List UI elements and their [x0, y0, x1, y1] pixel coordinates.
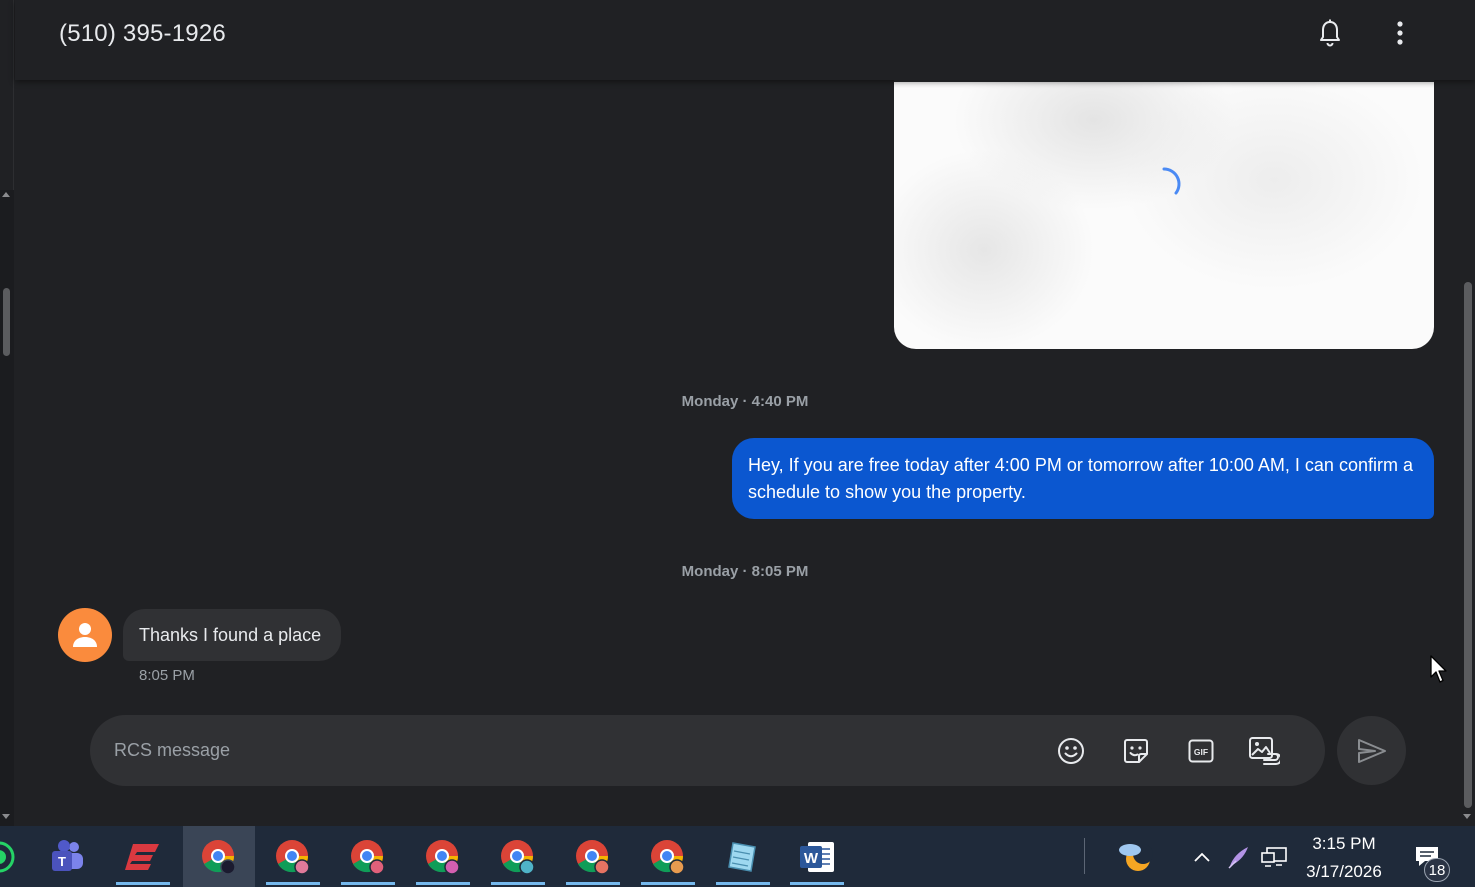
- outgoing-message-bubble[interactable]: Hey, If you are free today after 4:00 PM…: [732, 438, 1434, 519]
- taskbar-running-indicator: [341, 882, 395, 885]
- taskbar-notepad[interactable]: [712, 826, 774, 887]
- taskbar-running-indicator: [266, 882, 320, 885]
- taskbar-separator: [1084, 838, 1085, 874]
- left-scrollbar-track[interactable]: [0, 190, 14, 826]
- chrome-icon: [202, 839, 236, 875]
- svg-text:W: W: [804, 850, 819, 867]
- conversation-header: (510) 395-1926: [15, 0, 1475, 80]
- chrome-icon: [501, 839, 535, 875]
- expressvpn-icon: [125, 843, 159, 870]
- system-clock[interactable]: 3:15 PM 3/17/2026: [1298, 830, 1390, 886]
- chrome-icon: [651, 839, 685, 875]
- left-scrollbar-thumb[interactable]: [3, 288, 10, 356]
- whatsapp-icon: [0, 841, 15, 872]
- taskbar-running-indicator: [491, 882, 545, 885]
- send-button[interactable]: [1337, 716, 1406, 785]
- taskbar-chrome[interactable]: [412, 826, 474, 887]
- svg-text:GIF: GIF: [1194, 747, 1208, 757]
- taskbar-word[interactable]: W: [786, 826, 848, 887]
- bell-icon[interactable]: [1315, 18, 1345, 48]
- chrome-icon: [426, 839, 460, 875]
- gif-icon[interactable]: GIF: [1185, 735, 1217, 767]
- svg-text:T: T: [58, 854, 66, 869]
- more-vert-icon[interactable]: [1385, 18, 1415, 48]
- taskbar-chrome[interactable]: [487, 826, 549, 887]
- notepad-icon: [728, 841, 756, 872]
- pen-icon[interactable]: [1222, 826, 1256, 887]
- word-icon: W: [800, 841, 834, 872]
- taskbar-running-indicator: [566, 882, 620, 885]
- message-composer: GIF: [90, 715, 1325, 786]
- taskbar-chrome-active[interactable]: [183, 826, 255, 887]
- emoji-icon[interactable]: [1055, 735, 1087, 767]
- message-input[interactable]: [114, 735, 1014, 765]
- send-icon: [1357, 738, 1386, 763]
- weather-icon[interactable]: [1104, 826, 1166, 887]
- taskbar-running-indicator: [716, 882, 770, 885]
- taskbar-whatsapp[interactable]: [0, 826, 30, 887]
- taskbar-chrome[interactable]: [562, 826, 624, 887]
- clock-time: 3:15 PM: [1312, 834, 1376, 853]
- taskbar-chrome[interactable]: [637, 826, 699, 887]
- sticker-icon[interactable]: [1120, 735, 1152, 767]
- taskbar-running-indicator: [641, 882, 695, 885]
- taskbar-running-indicator: [790, 882, 844, 885]
- teams-icon: T: [52, 839, 83, 871]
- taskbar-expressvpn[interactable]: [112, 826, 174, 887]
- date-divider: Monday · 4:40 PM: [681, 393, 809, 410]
- chrome-icon: [576, 839, 610, 875]
- date-divider: Monday · 8:05 PM: [681, 563, 809, 580]
- gallery-icon[interactable]: [1248, 735, 1280, 767]
- taskbar-teams[interactable]: T: [36, 826, 98, 887]
- mouse-cursor-icon: [1430, 655, 1447, 683]
- image-attachment[interactable]: [894, 80, 1434, 349]
- chevron-up-icon[interactable]: [1185, 826, 1219, 887]
- incoming-message-bubble[interactable]: Thanks I found a place: [123, 609, 342, 661]
- spinner-icon: [1162, 167, 1181, 195]
- left-scroll-down-arrow[interactable]: [2, 814, 10, 819]
- contact-name[interactable]: (510) 395-1926: [59, 20, 226, 48]
- windows-taskbar: T W: [0, 826, 1475, 887]
- network-icon[interactable]: [1257, 826, 1291, 887]
- taskbar-chrome[interactable]: [262, 826, 324, 887]
- person-icon: [73, 623, 97, 647]
- left-scroll-up-arrow[interactable]: [2, 192, 10, 197]
- right-scrollbar-thumb[interactable]: [1464, 282, 1472, 808]
- notification-count-badge: 18: [1424, 858, 1450, 882]
- taskbar-running-indicator: [416, 882, 470, 885]
- chrome-icon: [351, 839, 385, 875]
- right-scroll-down-arrow[interactable]: [1463, 814, 1471, 819]
- avatar[interactable]: [58, 608, 112, 662]
- chrome-icon: [276, 839, 310, 875]
- taskbar-running-indicator: [116, 882, 170, 885]
- clock-date: 3/17/2026: [1306, 862, 1382, 881]
- taskbar-chrome[interactable]: [337, 826, 399, 887]
- message-timestamp: 8:05 PM: [139, 667, 195, 684]
